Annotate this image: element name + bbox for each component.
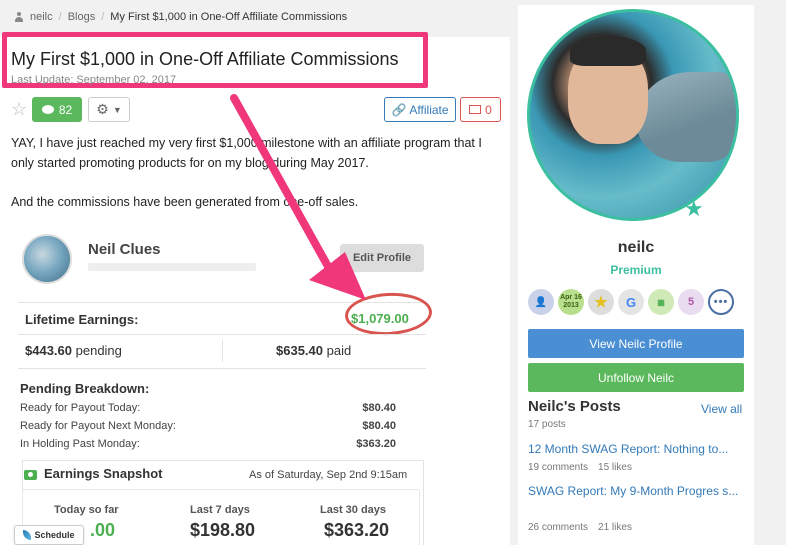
avatar (22, 234, 72, 284)
google-badge-icon[interactable]: G (618, 289, 644, 315)
camera-icon (24, 470, 37, 480)
star-badge-icon[interactable]: ★ (588, 289, 614, 315)
rank-badge-icon[interactable]: 5 (678, 289, 704, 315)
blurred-email (88, 263, 256, 271)
chevron-down-icon: ▼ (112, 104, 122, 115)
hair-shape (570, 36, 646, 66)
snapshot-title: Earnings Snapshot (44, 466, 163, 481)
profile-sidebar: ★ neilc Premium 👤 Apr 16 2013 ★ G ▦ 5 ••… (518, 5, 754, 545)
profile-photo[interactable] (527, 9, 739, 221)
stat-label: Last 30 days (320, 504, 387, 516)
message-button[interactable]: 0 (460, 97, 501, 122)
lifetime-label: Lifetime Earnings: (25, 312, 139, 327)
message-count: 0 (485, 102, 492, 117)
page-title: My First $1,000 in One-Off Affiliate Com… (11, 49, 399, 69)
stat-value: $363.20 (324, 520, 390, 540)
breakdown-row: Ready for Payout Today: $80.40 (20, 402, 396, 414)
breakdown-row: Ready for Payout Next Monday: $80.40 (20, 420, 396, 432)
membership-status: Premium (610, 263, 662, 277)
paid-amount: $635.40 paid (276, 343, 352, 358)
breadcrumb: neilc / Blogs / My First $1,000 in One-O… (14, 11, 347, 23)
anniversary-badge[interactable]: Apr 16 2013 (558, 289, 584, 315)
settings-dropdown[interactable]: ⚙ ▼ (88, 97, 130, 122)
post-link[interactable]: 12 Month SWAG Report: Nothing to... (528, 440, 748, 458)
breakdown-title: Pending Breakdown: (20, 381, 150, 396)
breakdown-row: In Holding Past Monday: $363.20 (20, 438, 396, 450)
star-icon[interactable]: ☆ (11, 100, 27, 118)
divider (222, 340, 223, 362)
premium-star-icon: ★ (684, 196, 704, 221)
breadcrumb-current: My First $1,000 in One-Off Affiliate Com… (110, 11, 348, 23)
post-toolbar: ☆ 82 ⚙ ▼ 🔗 Affiliate 0 (11, 97, 503, 123)
breadcrumb-user[interactable]: neilc (30, 11, 53, 23)
page: neilc / Blogs / My First $1,000 in One-O… (0, 0, 786, 545)
post-meta: 19 comments 15 likes (528, 462, 632, 473)
snapshot-date: As of Saturday, Sep 2nd 9:15am (249, 469, 408, 481)
schedule-button[interactable]: Schedule (14, 525, 84, 545)
news-badge-icon[interactable]: ▦ (648, 289, 674, 315)
posts-count: 17 posts (528, 419, 566, 430)
stat-label: Last 7 days (190, 504, 250, 516)
comment-count: 82 (58, 102, 73, 117)
dolphin-shape (636, 72, 736, 162)
comments-button[interactable]: 82 (32, 97, 82, 122)
breadcrumb-blogs[interactable]: Blogs (68, 11, 96, 23)
breadcrumb-separator: / (58, 11, 62, 23)
comment-icon (41, 105, 54, 114)
embedded-earnings-screenshot: Neil Clues Edit Profile Lifetime Earning… (18, 226, 434, 545)
unfollow-button[interactable]: Unfollow Neilc (528, 363, 744, 392)
badge-row: 👤 Apr 16 2013 ★ G ▦ 5 ••• (528, 289, 734, 315)
stat-value: $198.80 (190, 520, 256, 540)
pending-amount: $443.60 pending (25, 343, 122, 358)
post-paragraph: And the commissions have been generated … (11, 195, 359, 209)
user-icon (14, 12, 24, 22)
post-meta: 26 comments 21 likes (528, 522, 632, 533)
feather-icon (23, 530, 32, 540)
user-badge-icon[interactable]: 👤 (528, 289, 554, 315)
divider (18, 368, 426, 369)
affiliate-label: Affiliate (409, 102, 449, 117)
schedule-label: Schedule (34, 530, 75, 540)
link-icon: 🔗 (391, 102, 407, 117)
gear-icon: ⚙ (96, 101, 109, 117)
affiliate-button[interactable]: 🔗 Affiliate (384, 97, 456, 122)
post-paragraph: YAY, I have just reached my very first $… (11, 136, 482, 170)
stat-label: Today so far (54, 504, 119, 516)
edit-profile-button: Edit Profile (340, 244, 424, 272)
more-badges-icon[interactable]: ••• (708, 289, 734, 315)
divider (18, 334, 426, 335)
last-update: Last Update: September 02, 2017 (11, 74, 177, 86)
profile-name: Neil Clues (88, 241, 161, 258)
view-all-link[interactable]: View all (701, 402, 742, 416)
post-link[interactable]: SWAG Report: My 9-Month Progres s... (528, 482, 748, 500)
stat-value: .00 (90, 520, 116, 540)
breadcrumb-separator: / (101, 11, 105, 23)
view-profile-button[interactable]: View Neilc Profile (528, 329, 744, 358)
posts-title: Neilc's Posts (528, 398, 621, 415)
highlight-oval (343, 290, 434, 338)
envelope-icon (469, 105, 482, 114)
sidebar-username: neilc (617, 239, 655, 256)
